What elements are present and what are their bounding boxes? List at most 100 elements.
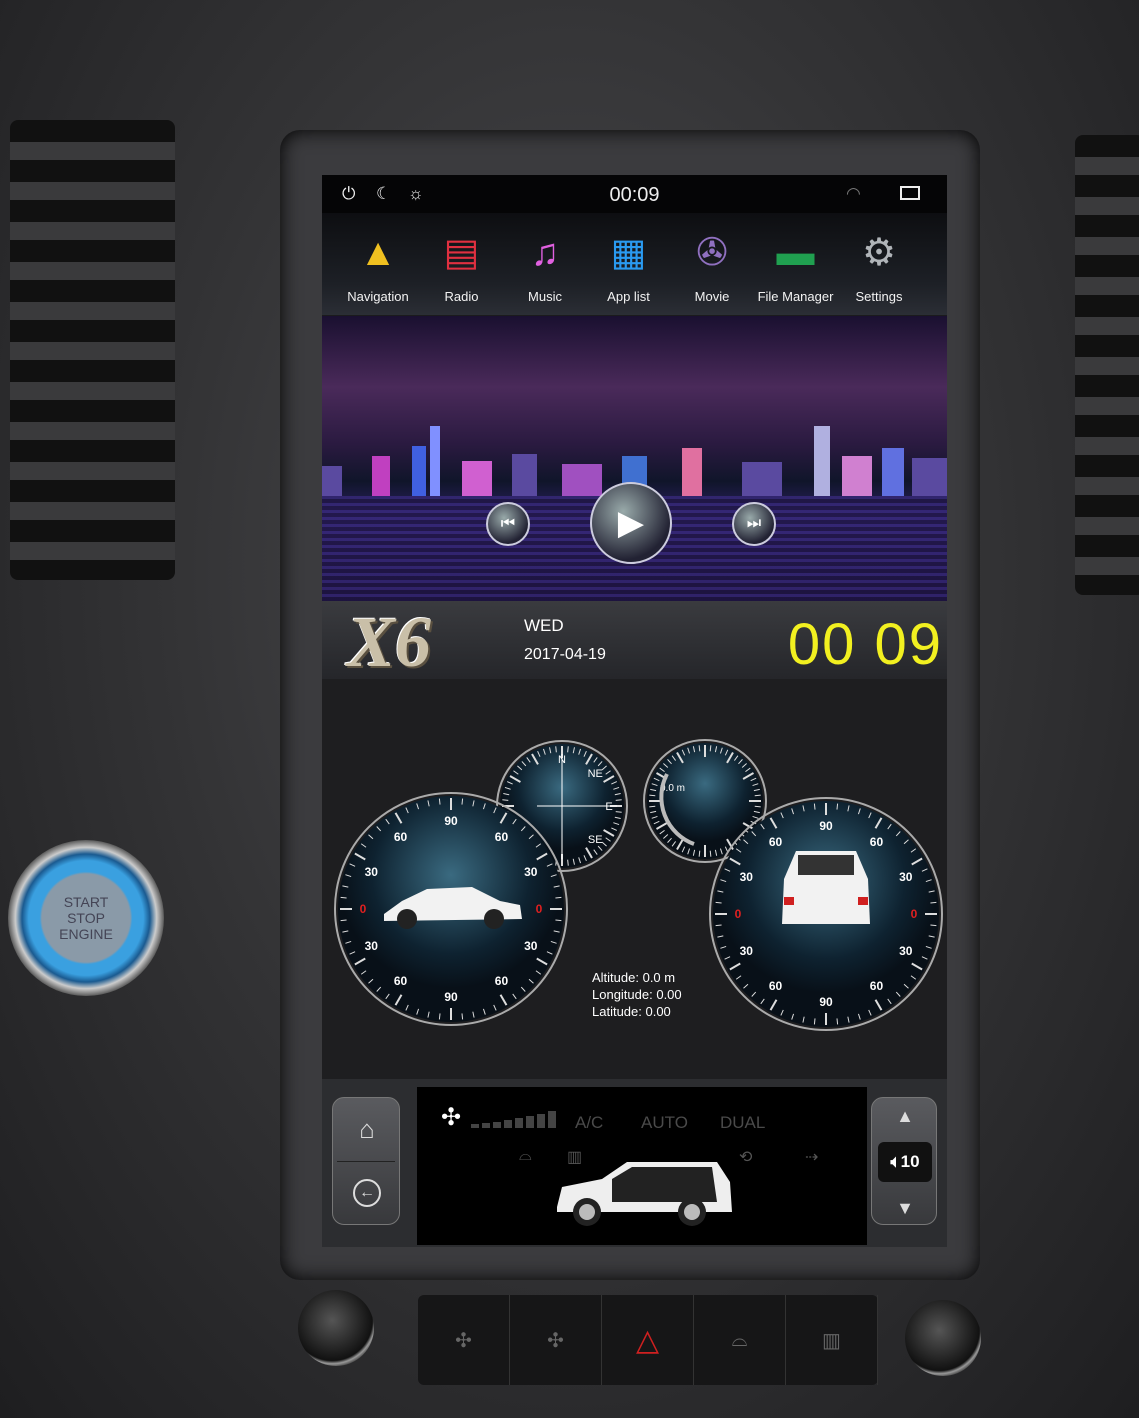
nav-button-panel: ⌂ ← [332,1097,400,1225]
rear-defrost-hw-button[interactable]: ▥ [786,1295,878,1385]
hardware-button-row: ✣ ✣ △ ⌓ ▥ [418,1295,878,1385]
roll-gauge-tick [438,1013,441,1020]
weekday: WED [524,616,564,635]
fan-speed-bar[interactable] [471,1111,556,1128]
volume-up-button[interactable]: ▲ [872,1106,938,1127]
clock-widget[interactable]: X6 WED 2017-04-19 00 09 [322,601,947,682]
roll-label: 0 [360,902,367,916]
pitch-gauge-tick [836,1018,839,1025]
pitch-label: 60 [769,979,783,993]
speaker-icon: 🔈︎ [890,1152,901,1171]
right-air-vent [1075,135,1139,595]
roll-gauge-tick [340,896,347,899]
pitch-label: 60 [870,979,884,993]
app-list-icon: ▦ [610,232,647,274]
left-knob[interactable] [298,1290,374,1366]
play-button[interactable]: ▶ [590,482,672,564]
roll-label: 30 [365,865,379,879]
recent-apps-icon[interactable] [900,186,920,200]
altitude-gauge-tick [698,745,701,752]
roll-gauge-tick [555,919,562,922]
auto-button[interactable]: AUTO [641,1113,688,1133]
home-icon: ⌂ [359,1113,375,1144]
recirculation-icon[interactable]: ⟲ [739,1147,752,1167]
app-app-list[interactable]: ▦ App list [587,213,671,313]
app-radio[interactable]: ▤ Radio [420,213,504,313]
pitch-gauge-tick [715,924,722,927]
pitch-label: 90 [819,819,833,833]
gear-icon: ⚙ [861,232,897,274]
front-defrost-hw-button[interactable]: ⌓ [694,1295,786,1385]
x6-logo: X6 [347,602,432,682]
altitude-gauge-tick [709,850,712,857]
app-music[interactable]: ♫ Music [503,213,587,313]
right-knob[interactable] [905,1300,981,1376]
suv-rear-window [798,855,854,875]
compass-gauge-tick [567,746,569,753]
altitude-gauge-tick [649,805,656,808]
altitude-gauge-tick [754,805,761,808]
front-defrost-icon[interactable]: ⌓ [519,1147,532,1165]
roll-label: 30 [365,939,379,953]
folder-icon: ▬ [776,232,815,274]
latitude-text: Latitude: 0.00 [592,1004,671,1019]
roll-label: 60 [394,974,408,988]
altitude-gauge-tick [754,794,761,797]
ac-button[interactable]: A/C [575,1113,603,1133]
fan-down-hw-button[interactable]: ✣ [418,1295,510,1385]
roll-gauge-tick [340,919,347,922]
compass-gauge-tick [615,799,622,801]
roll-label: 90 [444,814,458,828]
roll-gauge-tick [461,798,464,805]
head-unit-screen: ⏻ ☾ ☼ 00:09 ◠ ▲ Navigation ▤ Radio ♫ Music ▦ Ap… [322,175,947,1247]
previous-track-button[interactable]: ⏮ [486,502,530,546]
roll-gauge-tick [555,896,562,899]
pitch-label: 0 [735,907,742,921]
fan-up-hw-button[interactable]: ✣ [510,1295,602,1385]
movie-icon: ✇ [696,232,728,274]
left-air-vent [10,120,175,580]
pitch-gauge-tick [813,1018,816,1025]
pitch-gauge-tick [813,803,816,810]
compass-gauge-tick [567,859,569,866]
longitude-text: Longitude: 0.00 [592,987,682,1002]
app-file-manager[interactable]: ▬ File Manager [754,213,838,313]
dual-button[interactable]: DUAL [720,1113,765,1133]
start-stop-button[interactable]: START STOP ENGINE [8,840,164,996]
compass-label: NE [588,768,603,780]
volume-down-button[interactable]: ▼ [872,1198,938,1219]
home-button[interactable]: ⌂ [333,1098,401,1160]
sedan-wheel [484,909,504,929]
roll-label: 0 [536,902,543,916]
hazard-button[interactable]: △ [602,1295,694,1385]
gauge-panel: NNEESE0.0 m90606030300030306060909060603… [322,679,947,1079]
status-bar: ⏻ ☾ ☼ 00:09 ◠ [322,175,947,213]
altitude-gauge-tick [698,850,701,857]
roll-label: 60 [495,974,509,988]
compass-label: E [605,801,612,813]
roll-gauge-tick [438,798,441,805]
app-settings[interactable]: ⚙ Settings [837,213,921,313]
app-bar: ▲ Navigation ▤ Radio ♫ Music ▦ App list ✇ Movie ▬ F… [322,213,947,315]
roll-label: 30 [524,865,538,879]
pitch-label: 60 [870,835,884,849]
roll-label: 30 [524,939,538,953]
roll-label: 60 [495,830,509,844]
music-icon: ♫ [530,232,560,274]
altitude-gauge-tick [709,745,712,752]
fan-icon[interactable]: ✣ [441,1103,461,1132]
pitch-label: 30 [740,944,754,958]
gps-info: Altitude: 0.0 m Longitude: 0.00 Latitude… [592,969,682,1020]
fresh-air-icon[interactable]: ⇢ [805,1147,818,1167]
next-track-button[interactable]: ⏭ [732,502,776,546]
app-navigation[interactable]: ▲ Navigation [336,213,420,313]
pitch-label: 30 [899,944,913,958]
pitch-label: 30 [899,870,913,884]
navigation-icon: ▲ [359,232,397,274]
back-button[interactable]: ← [333,1162,401,1224]
back-icon: ← [353,1179,381,1207]
pitch-gauge-tick [930,901,937,904]
roll-gauge-tick [461,1013,464,1020]
roll-label: 90 [444,990,458,1004]
app-movie[interactable]: ✇ Movie [670,213,754,313]
